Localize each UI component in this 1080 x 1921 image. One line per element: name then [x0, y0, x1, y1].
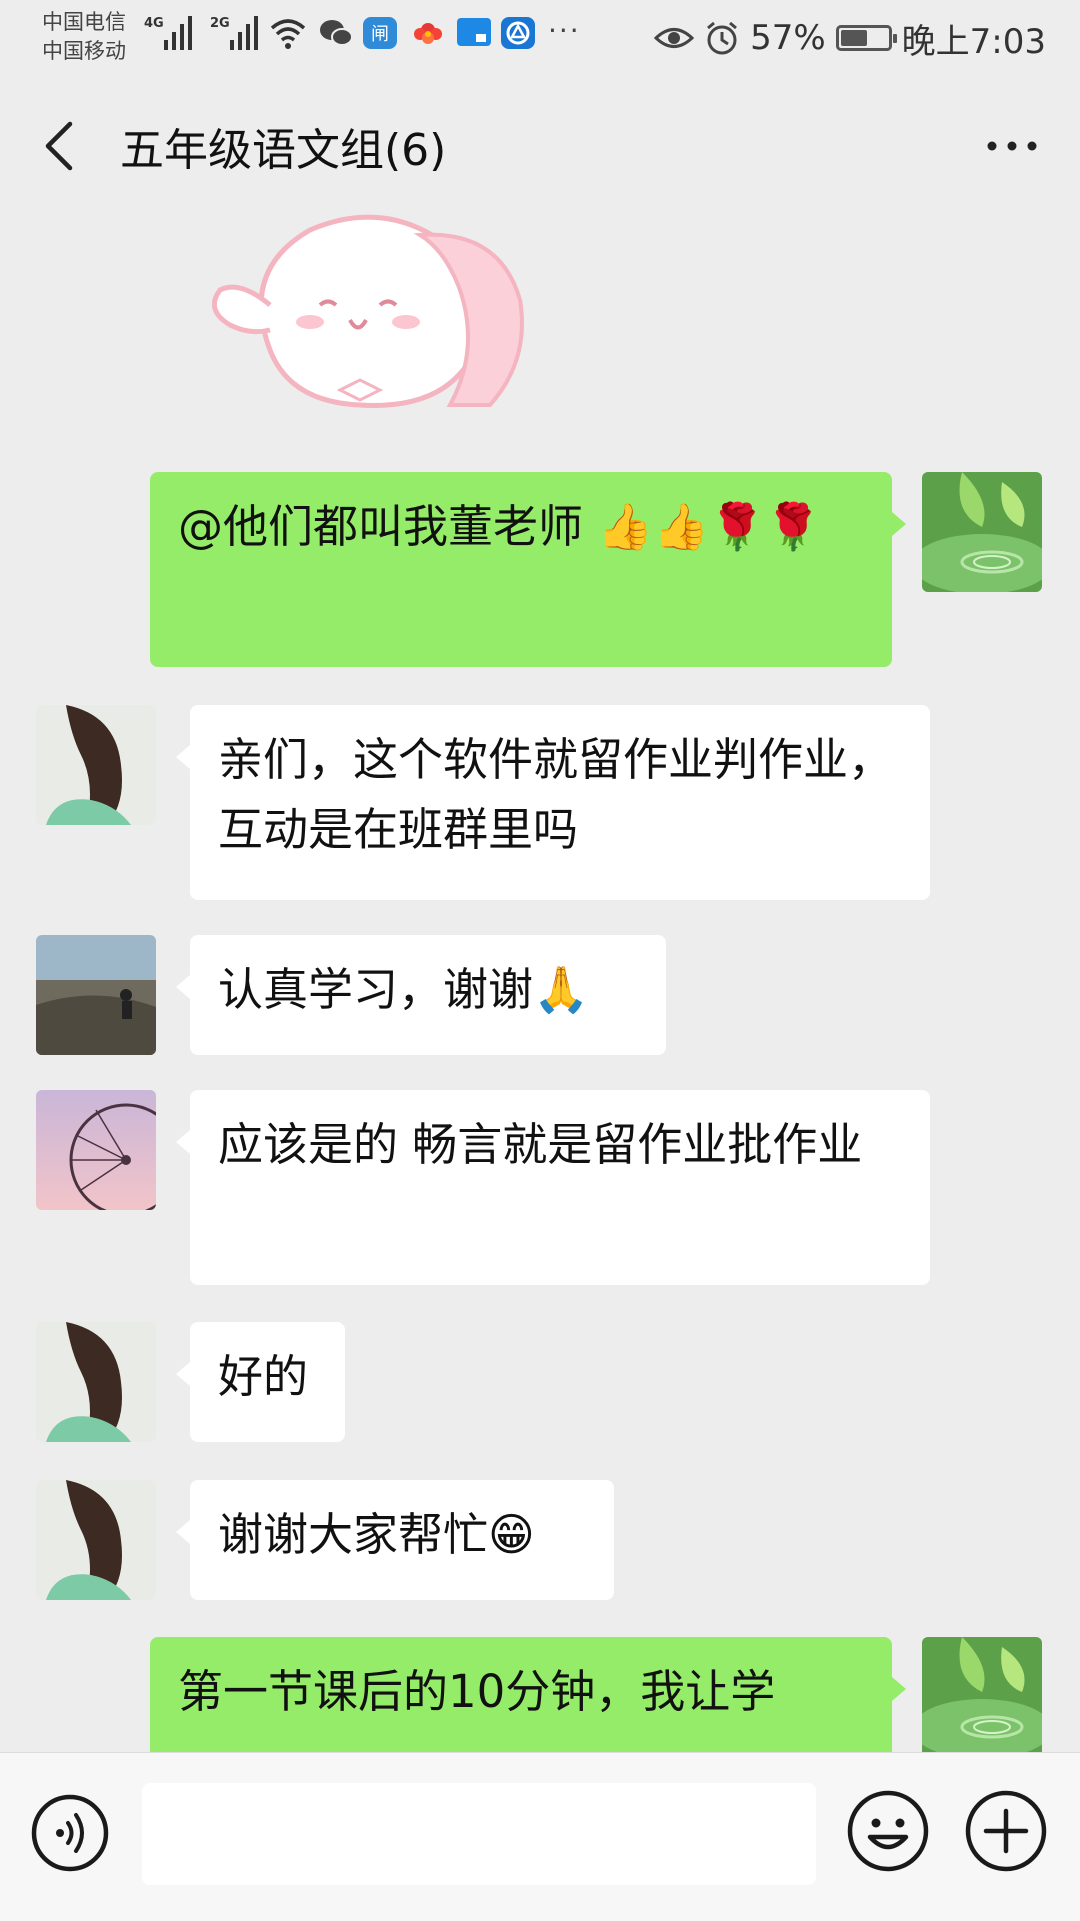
signal-strength-icon: [164, 10, 200, 50]
voice-icon[interactable]: [30, 1793, 110, 1873]
message-input-bar: [0, 1752, 1080, 1921]
carrier-1: 中国电信: [42, 10, 126, 34]
wechat-icon: [320, 20, 353, 46]
message-text: 认真学习，谢谢🙏: [218, 963, 590, 1016]
ferris-wheel-avatar[interactable]: [36, 1090, 156, 1210]
leaf-water-avatar[interactable]: [922, 472, 1042, 592]
flower-app-icon: [414, 23, 442, 44]
status-right: 57% 晚上7:03: [654, 10, 1046, 66]
circle-app-icon: [501, 17, 535, 49]
incoming-message[interactable]: 应该是的 畅言就是留作业批作业: [176, 1090, 930, 1285]
leaf-water-avatar[interactable]: [922, 1637, 1042, 1757]
network-type-2: 2G: [210, 16, 230, 31]
battery-fill: [840, 30, 867, 46]
message-text: @他们都叫我董老师 👍👍🌹🌹: [178, 500, 822, 553]
message-text: 第一节课后的10分钟，我让学: [178, 1665, 776, 1718]
clock-time: 晚上7:03: [901, 21, 1046, 62]
chat-header: 五年级语文组(6): [0, 78, 1080, 210]
message-text: 应该是的 畅言就是留作业批作业: [218, 1118, 863, 1171]
status-bar: 中国电信 中国移动 4G 2G 闸 ··· 57% 晚上7:03: [0, 0, 1080, 78]
girl-hair-avatar[interactable]: [36, 1322, 156, 1442]
battery-percent: 57%: [750, 18, 826, 58]
incoming-message[interactable]: 好的: [176, 1322, 345, 1442]
incoming-message[interactable]: 谢谢大家帮忙😁: [176, 1480, 614, 1600]
back-chevron-icon[interactable]: [40, 118, 80, 174]
chat-title: 五年级语文组(6): [120, 125, 447, 176]
carrier-names: 中国电信 中国移动: [42, 8, 126, 66]
card-app-icon: [457, 18, 491, 46]
app-notification-icon: 闸: [363, 17, 397, 49]
battery-icon: [835, 25, 897, 51]
incoming-message[interactable]: 亲们，这个软件就留作业判作业，互动是在班群里吗: [176, 705, 930, 900]
message-text: 好的: [218, 1350, 309, 1403]
message-input[interactable]: [142, 1783, 816, 1885]
girl-hair-avatar[interactable]: [36, 1480, 156, 1600]
sticker-image[interactable]: [200, 210, 540, 410]
more-dots-icon[interactable]: [982, 118, 1042, 174]
landscape-avatar[interactable]: [36, 935, 156, 1055]
more-notifications-icon: ···: [548, 14, 581, 47]
eye-icon: [654, 28, 695, 48]
carrier-2: 中国移动: [42, 39, 126, 63]
signal-strength-icon: [230, 10, 266, 50]
girl-hair-avatar[interactable]: [36, 705, 156, 825]
svg-text:闸: 闸: [371, 24, 389, 45]
message-text: 谢谢大家帮忙😁: [218, 1508, 535, 1561]
network-type-1: 4G: [144, 16, 164, 31]
message-text: 亲们，这个软件就留作业判作业，互动是在班群里吗: [218, 733, 894, 856]
incoming-message[interactable]: 认真学习，谢谢🙏: [176, 935, 666, 1055]
emoji-icon[interactable]: [846, 1789, 930, 1873]
wifi-icon: [270, 19, 306, 49]
outgoing-message[interactable]: @他们都叫我董老师 👍👍🌹🌹: [150, 472, 906, 667]
alarm-icon: [707, 21, 738, 55]
plus-icon[interactable]: [964, 1789, 1048, 1873]
